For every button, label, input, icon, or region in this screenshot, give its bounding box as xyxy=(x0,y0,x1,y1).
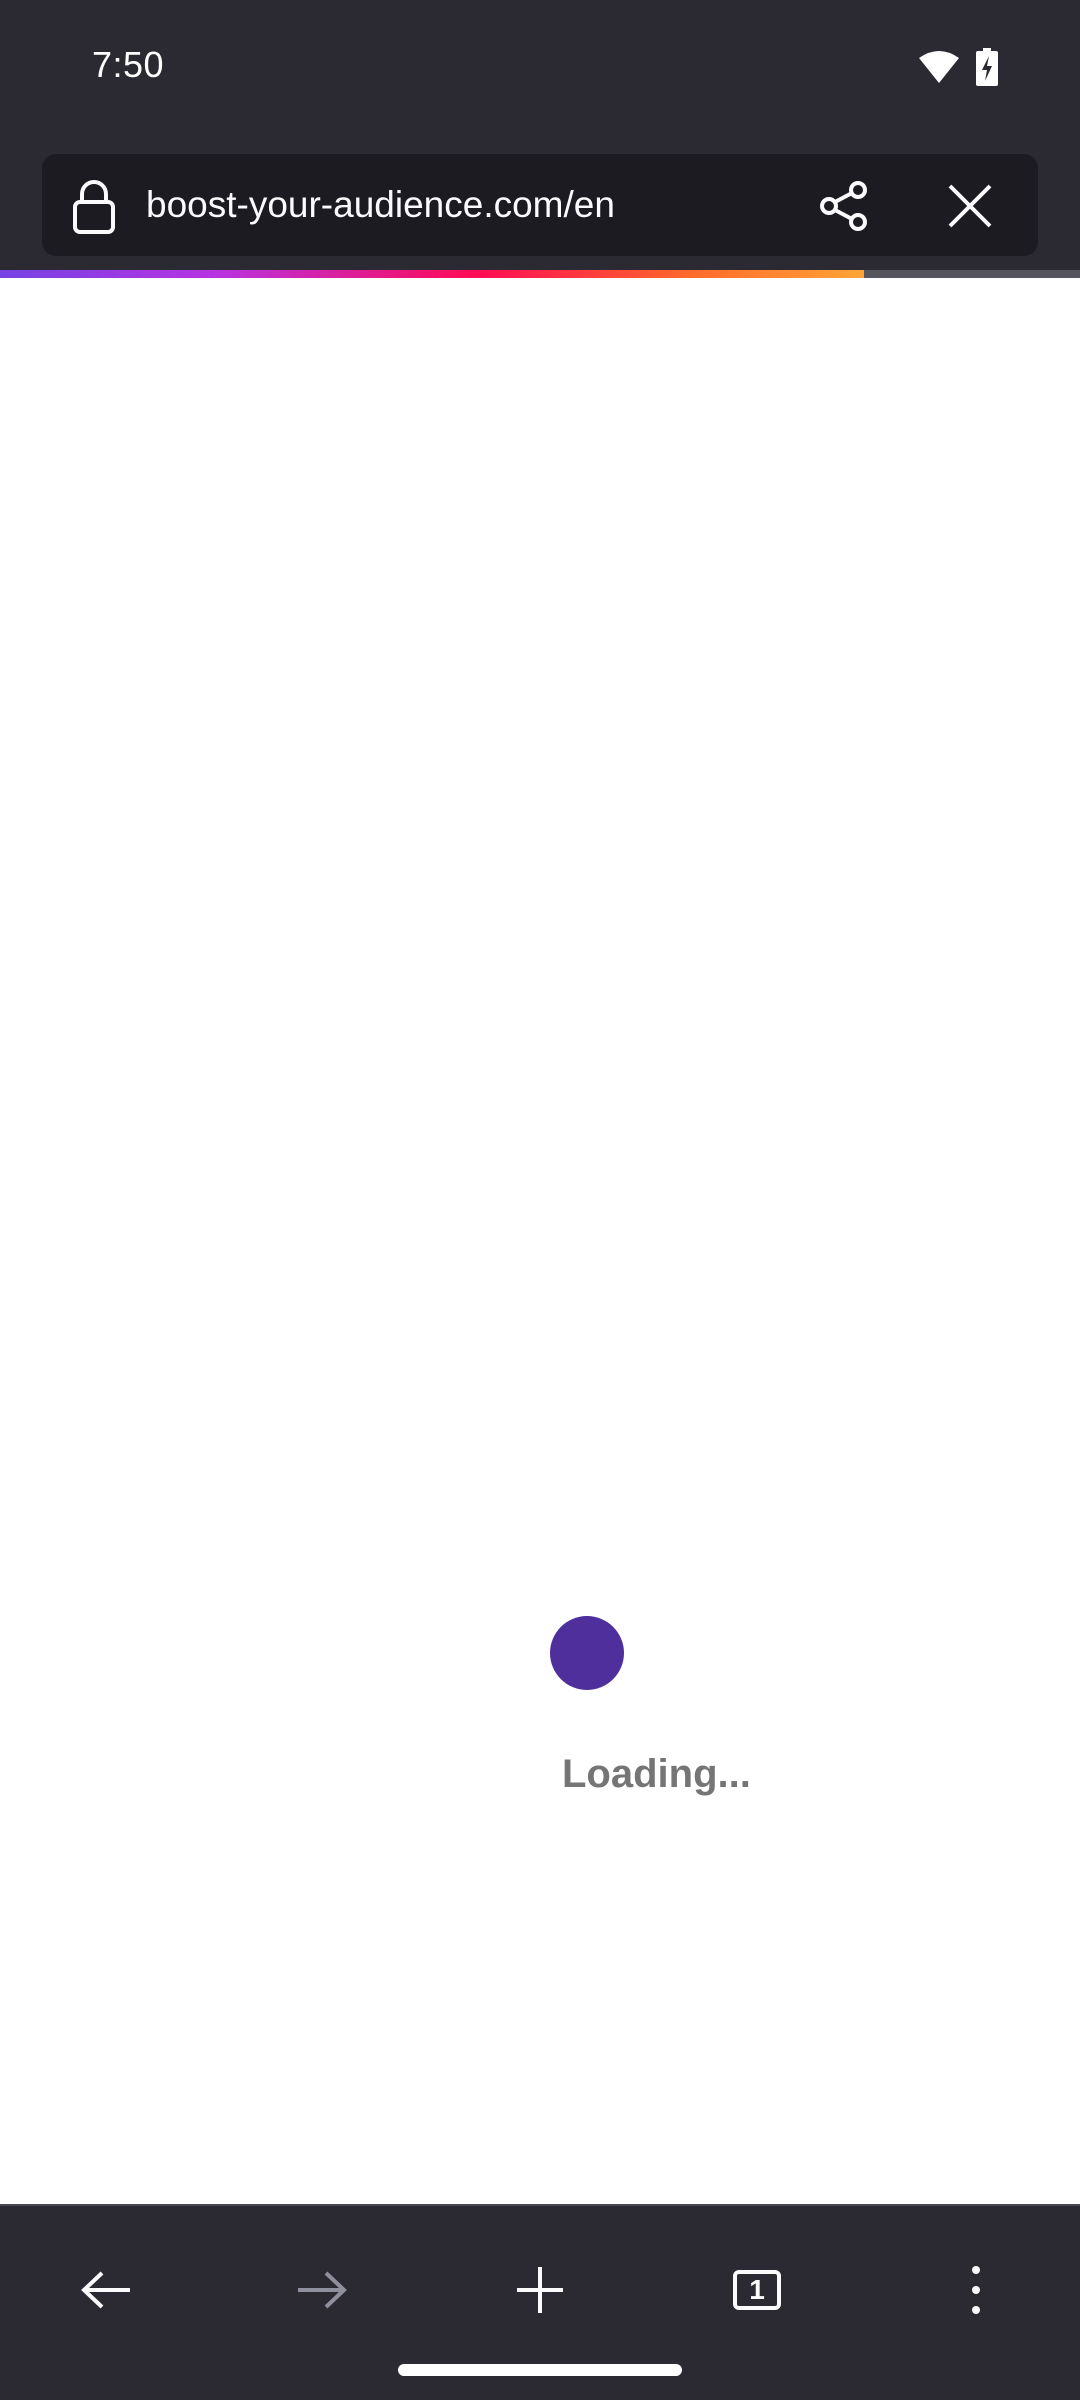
share-icon[interactable] xyxy=(812,174,876,238)
plus-icon[interactable] xyxy=(492,2242,588,2338)
tabs-icon[interactable]: 1 xyxy=(709,2242,805,2338)
wifi-icon xyxy=(918,50,960,89)
close-icon[interactable] xyxy=(938,174,1002,238)
url-text[interactable]: boost-your-audience.com/en xyxy=(146,184,615,226)
screen: 7:50 boost-your-audience.com/en Loading.… xyxy=(0,0,1080,2400)
loading-text: Loading... xyxy=(562,1752,751,1796)
bottom-toolbar: 1 xyxy=(0,2206,1080,2400)
lock-icon[interactable] xyxy=(72,180,116,234)
page-load-progress-fill xyxy=(0,270,864,278)
status-bar: 7:50 xyxy=(0,0,1080,134)
status-time: 7:50 xyxy=(92,44,165,85)
forward-arrow-icon[interactable] xyxy=(274,2242,370,2338)
gesture-navigation-handle[interactable] xyxy=(398,2364,682,2376)
web-content: Loading... xyxy=(0,278,1080,2206)
more-vertical-icon[interactable] xyxy=(928,2242,1024,2338)
tab-count[interactable]: 1 xyxy=(733,2270,781,2310)
status-icons xyxy=(918,48,998,91)
back-arrow-icon[interactable] xyxy=(58,2242,154,2338)
battery-charging-icon xyxy=(976,48,998,91)
url-bar[interactable]: boost-your-audience.com/en xyxy=(42,154,1038,256)
page-load-progress xyxy=(0,270,1080,278)
loading-spinner xyxy=(550,1616,624,1690)
browser-toolbar: boost-your-audience.com/en xyxy=(0,134,1080,270)
